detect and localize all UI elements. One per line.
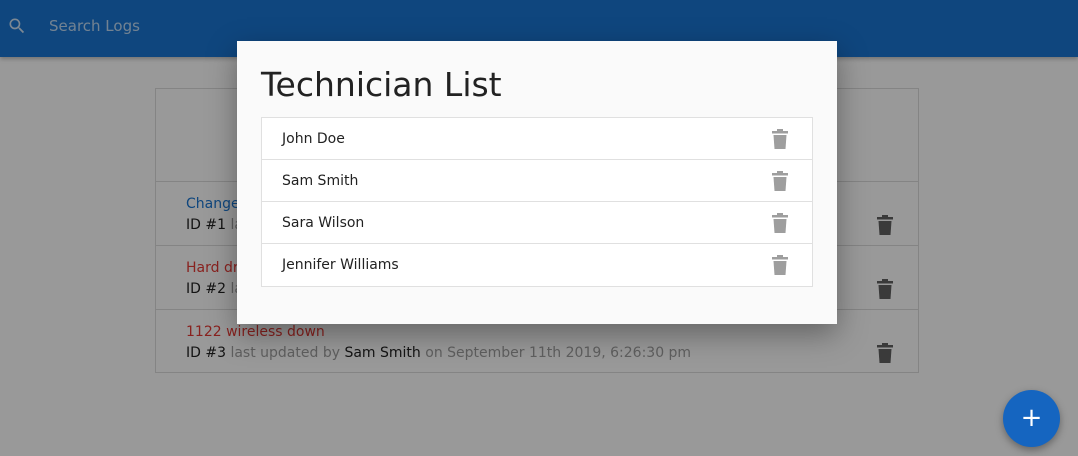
technician-name: Jennifer Williams [282,257,399,273]
trash-icon[interactable] [772,171,788,191]
technician-list-modal: Technician List John Doe Sam Smith Sara … [237,41,837,324]
technician-name: Sara Wilson [282,214,365,231]
modal-title: Technician List [261,65,502,104]
add-log-button[interactable]: + [1003,390,1060,447]
trash-icon[interactable] [772,255,788,275]
plus-icon: + [1020,402,1043,433]
technician-item: Jennifer Williams [262,244,812,286]
technician-name: Sam Smith [282,172,359,189]
technician-name: John Doe [282,130,345,147]
trash-icon[interactable] [772,129,788,149]
technician-item: Sara Wilson [262,202,812,244]
technician-list: John Doe Sam Smith Sara Wilson Jennifer … [261,117,813,287]
technician-item: Sam Smith [262,160,812,202]
trash-icon[interactable] [772,213,788,233]
technician-item: John Doe [262,118,812,160]
